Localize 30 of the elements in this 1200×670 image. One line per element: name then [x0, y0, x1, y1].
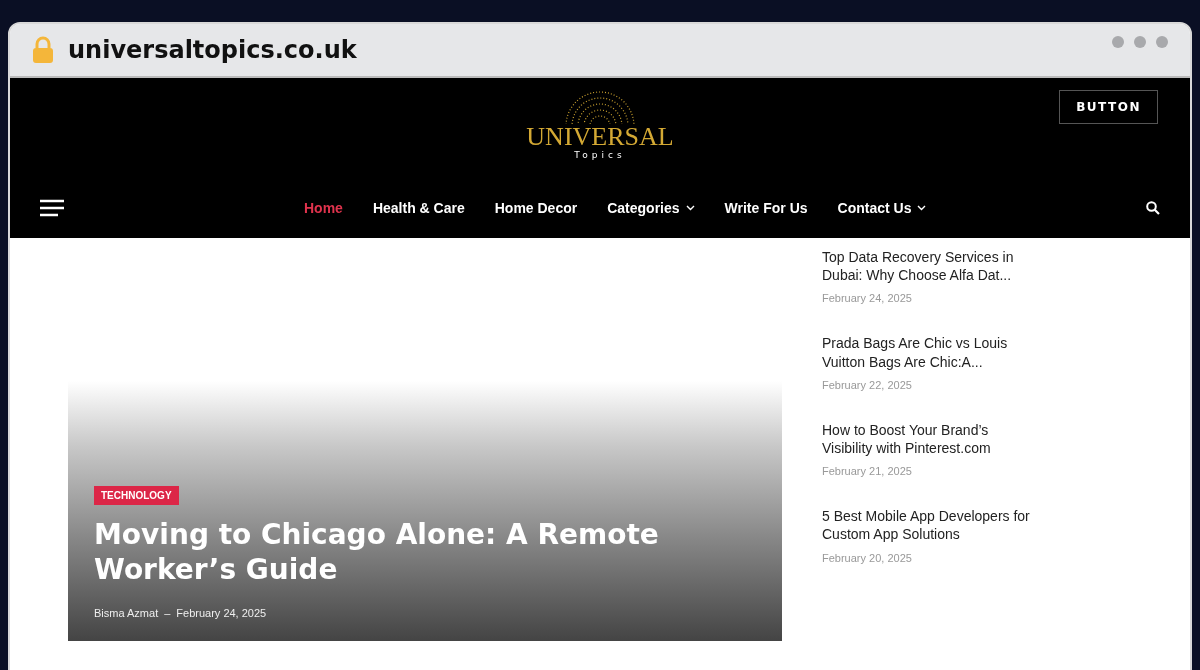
- meta-separator: –: [164, 607, 171, 619]
- url-text[interactable]: universaltopics.co.uk: [68, 36, 357, 64]
- window-dot[interactable]: [1112, 36, 1124, 48]
- post-date: February 22, 2025: [822, 378, 913, 391]
- nav-link[interactable]: Contact Us: [837, 200, 927, 216]
- post-date: February 20, 2025: [822, 551, 913, 564]
- chevron-down-icon: [685, 205, 695, 211]
- nav-link[interactable]: Health & Care: [372, 200, 465, 216]
- search-icon[interactable]: [1146, 201, 1160, 215]
- post-date: February 21, 2025: [822, 465, 913, 478]
- padlock-icon: [32, 36, 54, 64]
- post-title[interactable]: How to Boost Your Brand’s Visibility with Pinterest.com: [822, 420, 1037, 458]
- post-date: February 24, 2025: [822, 292, 913, 305]
- category-tag[interactable]: TECHNOLOGY: [94, 486, 179, 505]
- nav-link[interactable]: Home: [304, 200, 343, 216]
- post-title[interactable]: Top Data Recovery Services in Dubai: Why Choose Alfa Dat...: [822, 248, 1037, 285]
- chevron-down-icon: [917, 205, 927, 211]
- logo-tagline: Topics: [574, 150, 626, 160]
- post-date: February 24, 2025: [176, 607, 267, 619]
- window-dot[interactable]: [1134, 36, 1146, 48]
- author-name[interactable]: Bisma Azmat: [94, 607, 159, 619]
- nav-link[interactable]: Categories: [607, 200, 695, 216]
- post-title[interactable]: Prada Bags Are Chic vs Louis Vuitton Bags Are Chic:A...: [822, 334, 1037, 371]
- nav-link[interactable]: Write For Us: [724, 200, 808, 216]
- featured-post-title[interactable]: Moving to Chicago Alone: A Remote Worker’s Guide: [94, 517, 694, 587]
- window-dot[interactable]: [1156, 36, 1168, 48]
- header-button[interactable]: BUTTON: [1059, 90, 1158, 124]
- post-title[interactable]: 5 Best Mobile App Developers for Custom App Solutions: [822, 507, 1037, 544]
- menu-icon[interactable]: [40, 199, 64, 217]
- nav-link[interactable]: Home Decor: [494, 200, 578, 216]
